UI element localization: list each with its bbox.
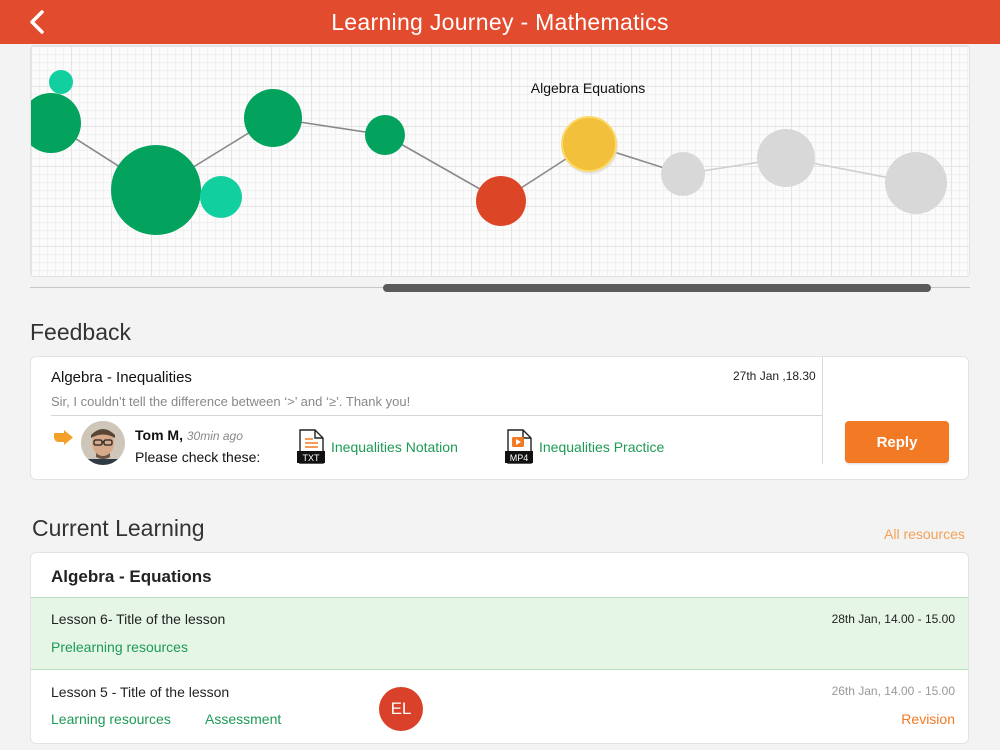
- journey-node: [200, 176, 242, 218]
- journey-node: [244, 89, 302, 147]
- lesson-title: Lesson 6- Title of the lesson: [51, 611, 226, 627]
- journey-graph: Algebra Equations: [31, 70, 947, 235]
- journey-node-current: [561, 116, 617, 172]
- all-resources-link[interactable]: All resources: [884, 526, 965, 542]
- revision-link[interactable]: Revision: [901, 711, 955, 727]
- svg-text:MP4: MP4: [510, 453, 529, 463]
- prelearning-resources-link[interactable]: Prelearning resources: [51, 639, 188, 655]
- lesson-row[interactable]: Lesson 5 - Title of the lesson 26th Jan,…: [31, 670, 968, 743]
- reply-button[interactable]: Reply: [845, 421, 949, 463]
- page-title: Learning Journey - Mathematics: [331, 8, 669, 35]
- mp4-file-icon: MP4: [505, 429, 533, 464]
- top-bar: Learning Journey - Mathematics: [0, 0, 1000, 44]
- teacher-name: Tom M,: [135, 427, 183, 443]
- lesson-title: Lesson 5 - Title of the lesson: [51, 684, 230, 700]
- svg-text:TXT: TXT: [303, 453, 321, 463]
- teacher-name-line: Tom M, 30min ago: [135, 427, 243, 443]
- journey-node: [111, 145, 201, 235]
- back-button[interactable]: [22, 8, 52, 36]
- file-name: Inequalities Notation: [331, 439, 458, 455]
- feedback-card: Algebra - Inequalities 27th Jan ,18.30 S…: [30, 356, 969, 480]
- teacher-prompt: Please check these:: [135, 449, 261, 465]
- lesson-row-active[interactable]: Lesson 6- Title of the lesson 28th Jan, …: [31, 597, 968, 670]
- topic-title: Algebra - Equations: [51, 567, 212, 586]
- journey-node: [49, 70, 73, 94]
- feedback-heading: Feedback: [30, 319, 132, 345]
- learning-journey-map[interactable]: Algebra Equations: [30, 45, 970, 277]
- journey-highlight-label: Algebra Equations: [531, 80, 645, 96]
- txt-file-icon: TXT: [297, 429, 325, 464]
- user-initials-badge[interactable]: EL: [379, 687, 423, 731]
- journey-scrollbar[interactable]: [383, 284, 931, 292]
- journey-node: [757, 129, 815, 187]
- file-link-txt[interactable]: TXT Inequalities Notation: [297, 429, 458, 465]
- journey-node: [31, 93, 81, 153]
- feedback-message: Sir, I couldn’t tell the difference betw…: [51, 394, 411, 409]
- feedback-subject: Algebra - Inequalities: [51, 369, 192, 386]
- feedback-vertical-divider: [822, 357, 823, 464]
- learning-resources-link[interactable]: Learning resources: [51, 711, 171, 727]
- journey-node: [661, 152, 705, 196]
- assessment-link[interactable]: Assessment: [205, 711, 281, 727]
- lesson-date: 28th Jan, 14.00 - 15.00: [831, 612, 955, 626]
- lesson-date: 26th Jan, 14.00 - 15.00: [831, 684, 955, 698]
- current-learning-heading: Current Learning: [32, 515, 205, 541]
- journey-node: [365, 115, 405, 155]
- feedback-divider: [51, 415, 822, 416]
- journey-node: [476, 176, 526, 226]
- teacher-avatar: [81, 421, 125, 465]
- chevron-left-icon: [30, 10, 44, 34]
- journey-node: [885, 152, 947, 214]
- current-learning-card: Algebra - Equations Lesson 6- Title of t…: [30, 552, 969, 744]
- file-link-mp4[interactable]: MP4 Inequalities Practice: [505, 429, 664, 465]
- feedback-date: 27th Jan ,18.30: [733, 369, 816, 383]
- reply-arrow-icon: [54, 430, 73, 445]
- file-name: Inequalities Practice: [539, 439, 665, 455]
- teacher-time: 30min ago: [186, 429, 243, 443]
